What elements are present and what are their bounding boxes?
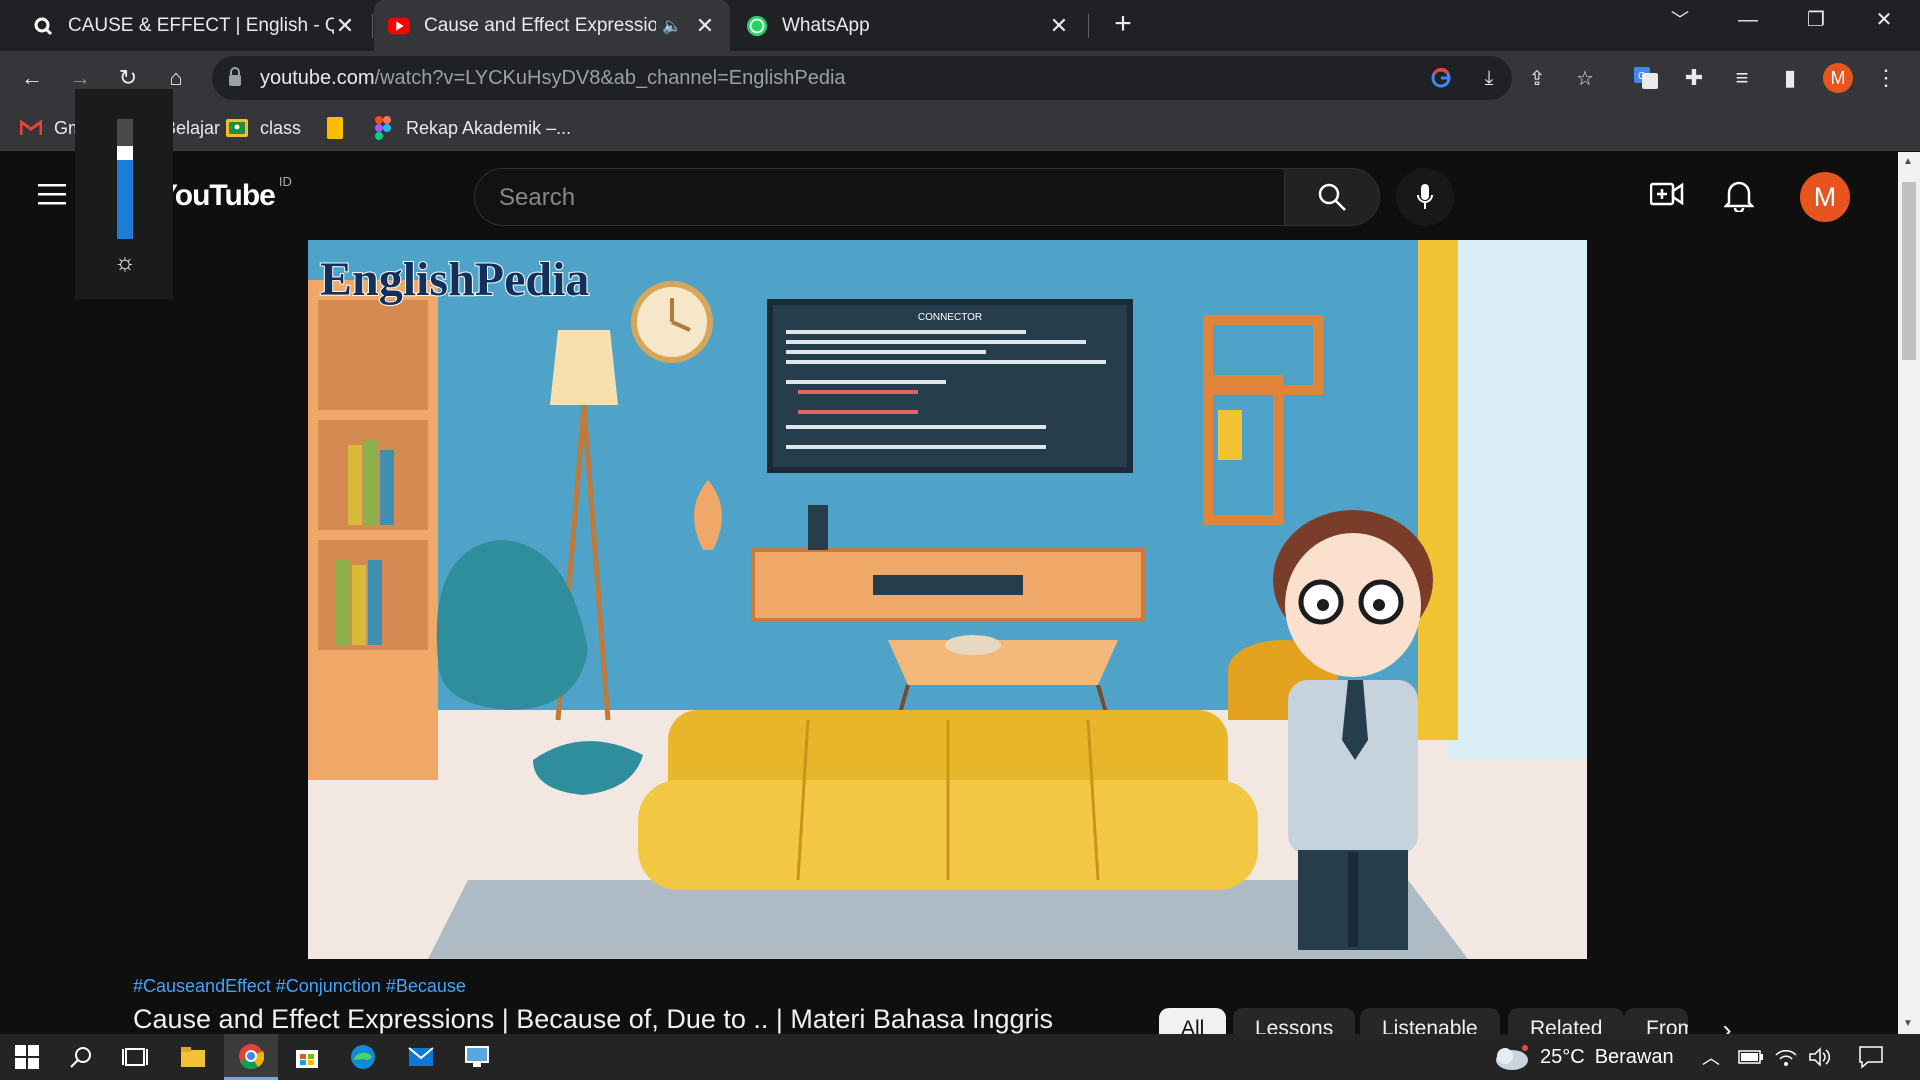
video-frame: CONNECTOR EnglishPedia: [308, 240, 1587, 959]
chrome-taskbar-icon[interactable]: [224, 1034, 278, 1080]
tab-title: CAUSE & EFFECT | English - Quizi: [68, 14, 334, 36]
wifi-icon[interactable]: [1774, 1034, 1798, 1080]
cloudy-weather-icon: [1496, 1045, 1528, 1070]
url-text: youtube.com/watch?v=LYCKuHsyDV8&ab_chann…: [260, 67, 846, 90]
extensions-icon[interactable]: ✚: [1676, 60, 1712, 96]
windows-taskbar: 25°C Berawan ︿: [0, 1034, 1920, 1080]
brightness-fill: [117, 152, 133, 239]
notifications-icon[interactable]: [1858, 1034, 1884, 1080]
weather-widget[interactable]: 25°C Berawan: [1490, 1034, 1674, 1080]
sun-icon: ☼: [114, 249, 136, 276]
taskbar-search-icon[interactable]: [54, 1034, 108, 1080]
bookmark-label: Rekap Akademik –...: [406, 117, 572, 138]
profile-avatar[interactable]: M: [1820, 60, 1856, 96]
browser-tab-strip: CAUSE & EFFECT | English - Quizi ✕ Cause…: [0, 0, 1920, 51]
install-app-icon[interactable]: ⤓: [1474, 63, 1504, 93]
volume-icon[interactable]: [1808, 1034, 1832, 1080]
brightness-slider-overlay[interactable]: ☼: [75, 89, 173, 299]
whatsapp-icon: [746, 15, 768, 37]
google-classroom-icon: [226, 117, 248, 139]
lock-icon[interactable]: [228, 67, 250, 89]
speaker-icon[interactable]: 🔈: [662, 16, 682, 36]
region-code: ID: [278, 174, 292, 189]
bookmark-class[interactable]: class: [226, 115, 301, 141]
video-hashtags[interactable]: #CauseandEffect #Conjunction #Because: [133, 976, 466, 997]
close-tab-icon[interactable]: ✕: [334, 13, 356, 39]
media-control-icon[interactable]: ≡: [1724, 60, 1760, 96]
englishpedia-logo-text: EnglishPedia: [320, 253, 589, 306]
figma-icon: [372, 116, 394, 140]
scroll-up-arrow[interactable]: ▲: [1903, 156, 1913, 167]
search-button[interactable]: [1284, 168, 1380, 226]
brightness-handle[interactable]: [117, 145, 133, 160]
bookmark-label: class: [260, 117, 302, 138]
bookmark-star-icon[interactable]: ☆: [1570, 63, 1600, 93]
youtube-wordmark: YouTube: [158, 179, 276, 212]
battery-icon[interactable]: [1738, 1034, 1764, 1080]
search-icon: [1318, 183, 1346, 211]
youtube-header: YouTube ID M: [0, 152, 1898, 240]
video-title: Cause and Effect Expressions | Because o…: [133, 1004, 1054, 1034]
board-title: CONNECTOR: [918, 312, 982, 323]
brightness-track[interactable]: [117, 119, 133, 239]
page-scrollbar[interactable]: ▲ ▼: [1898, 152, 1920, 1034]
restore-button[interactable]: ❐: [1782, 0, 1850, 44]
google-translate-icon[interactable]: G: [1628, 60, 1664, 96]
tab-search-icon[interactable]: ﹀: [1646, 0, 1714, 44]
voice-search-button[interactable]: [1396, 168, 1454, 226]
bookmark-keep[interactable]: [324, 115, 358, 141]
side-panel-icon[interactable]: ▮: [1772, 60, 1808, 96]
chrome-menu-icon[interactable]: ⋮: [1868, 60, 1904, 96]
gmail-icon: [20, 117, 42, 139]
microsoft-store-icon[interactable]: [280, 1034, 334, 1080]
tab-separator: [1088, 14, 1089, 38]
search-box[interactable]: [474, 168, 1286, 226]
weather-description: Berawan: [1594, 1045, 1674, 1068]
youtube-icon: [388, 15, 410, 37]
quizizz-icon: [32, 15, 54, 37]
tab-whatsapp[interactable]: WhatsApp ✕: [732, 0, 1084, 51]
file-explorer-icon[interactable]: [166, 1034, 220, 1080]
url-host: youtube.com: [260, 67, 375, 89]
scroll-down-arrow[interactable]: ▼: [1903, 1018, 1913, 1029]
account-avatar[interactable]: M: [1800, 172, 1850, 222]
hamburger-menu-icon[interactable]: [38, 182, 68, 206]
create-video-icon[interactable]: [1649, 180, 1684, 212]
bookmark-rekap-akademik[interactable]: Rekap Akademik –...: [372, 115, 571, 141]
close-tab-icon[interactable]: ✕: [1048, 13, 1070, 39]
share-icon[interactable]: ⇪: [1522, 63, 1552, 93]
notifications-bell-icon[interactable]: [1722, 178, 1756, 214]
tab-separator: [372, 14, 373, 38]
browser-toolbar: ← → ↻ ⌂ youtube.com/watch?v=LYCKuHsyDV8&…: [0, 51, 1920, 105]
edge-icon[interactable]: [336, 1034, 390, 1080]
address-bar[interactable]: youtube.com/watch?v=LYCKuHsyDV8&ab_chann…: [212, 56, 1594, 100]
video-player[interactable]: CONNECTOR EnglishPedia: [308, 240, 1587, 959]
task-view-icon[interactable]: [108, 1034, 162, 1080]
profile-letter: M: [1823, 63, 1853, 93]
show-hidden-icons-chevron[interactable]: ︿: [1702, 1034, 1720, 1080]
new-tab-button[interactable]: +: [1108, 9, 1138, 40]
close-tab-icon[interactable]: ✕: [694, 13, 716, 39]
tab-quizizz[interactable]: CAUSE & EFFECT | English - Quizi ✕: [18, 0, 370, 51]
windows-start-icon[interactable]: [0, 1034, 54, 1080]
close-window-button[interactable]: ✕: [1850, 0, 1918, 44]
tab-title: Cause and Effect Expressions: [424, 14, 657, 36]
url-path: /watch?v=LYCKuHsyDV8&ab_channel=EnglishP…: [374, 67, 846, 89]
tab-youtube[interactable]: Cause and Effect Expressions 🔈 ✕: [374, 0, 730, 51]
remote-desktop-icon[interactable]: [450, 1034, 504, 1080]
weather-temperature: 25°C: [1540, 1045, 1585, 1068]
scrollbar-thumb[interactable]: [1902, 182, 1916, 360]
mail-icon[interactable]: [394, 1034, 448, 1080]
google-keep-icon: [324, 117, 346, 139]
microphone-icon: [1417, 184, 1433, 209]
tab-title: WhatsApp: [782, 14, 870, 36]
search-input[interactable]: [499, 181, 1239, 215]
minimize-button[interactable]: —: [1714, 0, 1782, 44]
back-button[interactable]: ←: [14, 60, 50, 96]
svg-text:G: G: [1638, 71, 1646, 82]
google-lens-icon[interactable]: [1426, 63, 1456, 93]
bookmarks-bar: Gmail Belajar class Rekap Akademik –...: [0, 105, 1920, 151]
